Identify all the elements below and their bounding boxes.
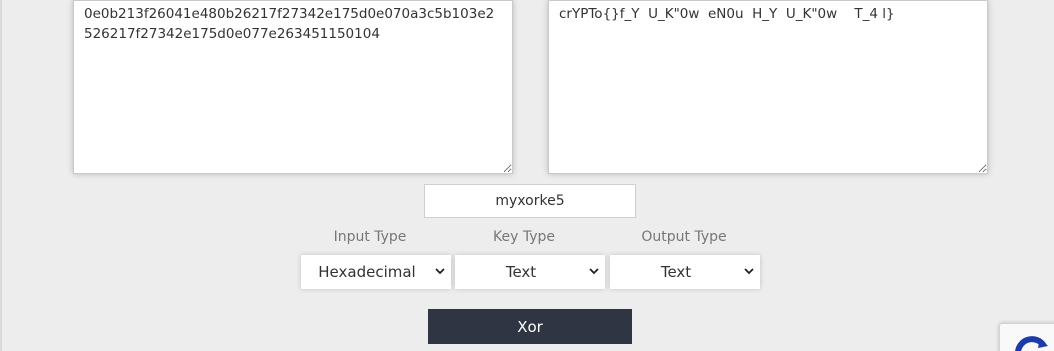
key-input[interactable] xyxy=(424,184,636,218)
output-type-select[interactable]: Text xyxy=(610,255,760,289)
left-divider xyxy=(0,0,2,351)
key-type-label: Key Type xyxy=(493,229,555,245)
input-type-selected: Hexadecimal xyxy=(318,263,416,281)
key-type-selected: Text xyxy=(505,263,537,281)
chevron-down-icon xyxy=(744,268,754,275)
xor-button[interactable]: Xor xyxy=(428,309,632,344)
output-type-label: Output Type xyxy=(641,229,727,245)
output-type-selected: Text xyxy=(660,263,692,281)
recaptcha-icon xyxy=(1015,336,1048,351)
output-textarea[interactable] xyxy=(548,0,988,174)
input-type-select[interactable]: Hexadecimal xyxy=(301,255,451,289)
key-type-select[interactable]: Text xyxy=(455,255,605,289)
recaptcha-badge[interactable] xyxy=(999,323,1054,351)
chevron-down-icon xyxy=(435,268,445,275)
input-type-label: Input Type xyxy=(333,229,407,245)
chevron-down-icon xyxy=(589,268,599,275)
input-textarea[interactable] xyxy=(73,0,513,174)
xor-tool-page: Input Type Key Type Output Type Hexadeci… xyxy=(0,0,1054,351)
